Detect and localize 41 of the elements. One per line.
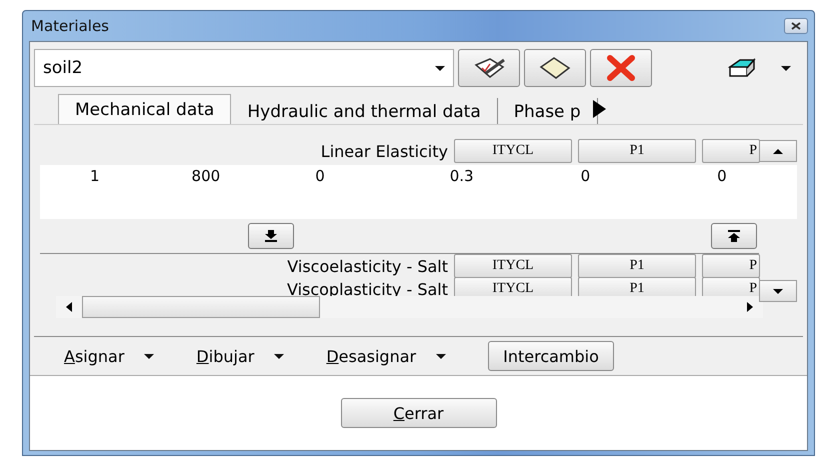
table-cell: 0 [315,167,325,185]
scroll-up-icon[interactable] [759,140,797,162]
table-cell: 1 [90,167,100,185]
caret-icon [435,66,445,70]
move-top-icon[interactable] [711,223,757,249]
tab[interactable]: Mechanical data [58,94,232,124]
caret-icon[interactable] [436,354,446,358]
table-cell: 800 [192,167,220,185]
move-down-icon[interactable] [248,223,294,249]
window-title: Materiales [30,17,109,35]
column-header[interactable]: P1 [578,254,696,278]
caret-icon[interactable] [781,66,791,70]
material-dropdown[interactable]: soil2 [34,49,454,87]
column-header[interactable]: ITYCL [454,139,572,163]
scroll-left-icon[interactable] [66,302,72,312]
table-cell: 0.3 [450,167,474,185]
close-icon[interactable] [784,18,808,34]
column-header[interactable]: ITYCL [454,254,572,278]
horizontal-scrollbar[interactable] [56,296,763,318]
caret-icon[interactable] [144,354,154,358]
menu-button[interactable]: Desasignar [326,346,416,366]
column-header[interactable]: P1 [578,139,696,163]
section-title: Viscoelasticity - Salt [286,256,448,276]
menu-button[interactable]: Asignar [64,346,124,366]
table-cell: 0 [580,167,590,185]
scroll-right-icon[interactable] [747,302,753,312]
scroll-down-icon[interactable] [759,280,797,302]
exchange-button[interactable]: Intercambio [488,341,614,371]
table-cell: 0 [717,167,727,185]
delete-icon[interactable] [590,49,652,87]
close-button[interactable]: Cerrar [340,398,496,428]
section-title: Linear Elasticity [320,142,448,160]
column-header[interactable]: P [702,254,760,278]
column-header[interactable]: P [702,139,760,163]
edit-icon[interactable] [458,49,520,87]
paper-icon[interactable] [524,49,586,87]
menu-button[interactable]: Dibujar [196,346,254,366]
right-arrow-icon[interactable] [592,100,606,118]
section-title: Viscoplasticity - Salt [286,280,448,298]
caret-icon[interactable] [274,354,284,358]
scrollbar-thumb[interactable] [82,296,320,318]
